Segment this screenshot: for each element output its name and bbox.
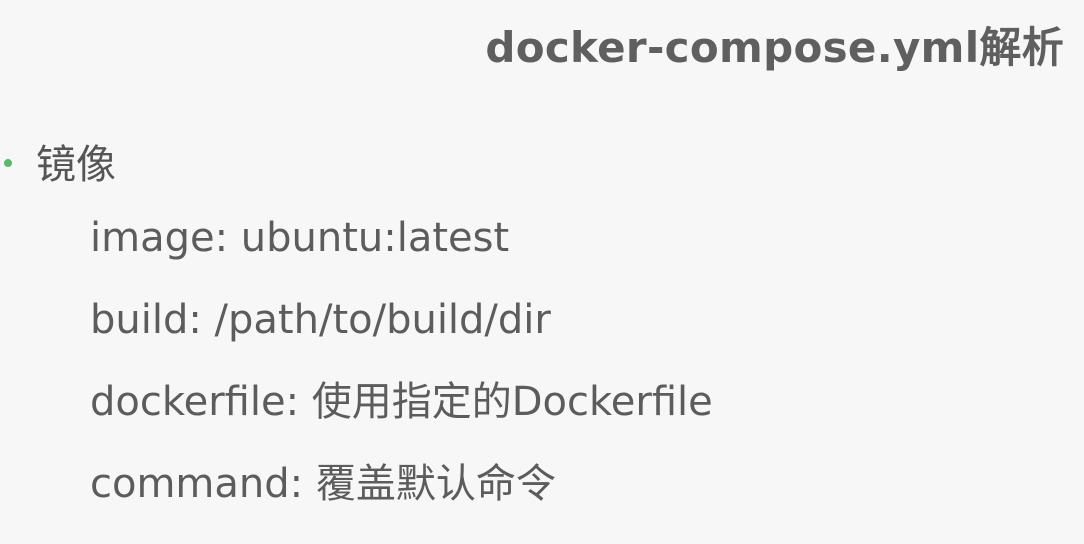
config-line-dockerfile: dockerfile: 使用指定的Dockerfile bbox=[90, 379, 713, 425]
config-line-image: image: ubuntu:latest bbox=[90, 215, 510, 261]
slide: docker-compose.yml解析 镜像 image: ubuntu:la… bbox=[0, 0, 1084, 544]
config-line-build: build: /path/to/build/dir bbox=[90, 297, 551, 343]
config-lines: image: ubuntu:latest build: /path/to/bui… bbox=[90, 210, 713, 538]
bullet-dot-icon bbox=[4, 159, 12, 167]
bullet-label: 镜像 bbox=[36, 142, 116, 188]
page-title: docker-compose.yml解析 bbox=[485, 23, 1064, 72]
bullet-item: 镜像 bbox=[4, 132, 116, 190]
config-line-command: command: 覆盖默认命令 bbox=[90, 461, 556, 507]
